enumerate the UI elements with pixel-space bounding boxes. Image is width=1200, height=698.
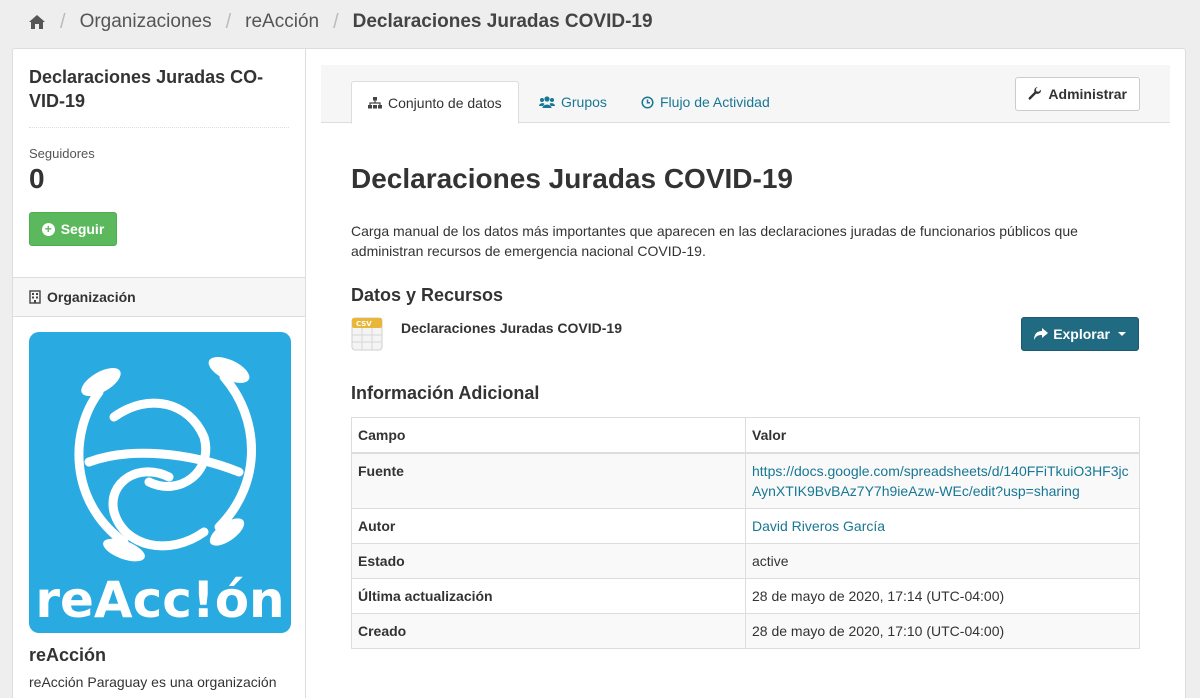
sidebar-dataset-title: Declaraciones Juradas CO-VID-19 [29,67,264,111]
explore-button[interactable]: Explorar [1021,317,1139,351]
table-row: Estado active [351,543,1140,579]
follow-button-label: Seguir [60,221,105,237]
breadcrumb-separator: / [333,10,339,33]
explore-button-label: Explorar [1053,326,1110,342]
breadcrumb-separator: / [60,10,66,33]
tab-dataset-label: Conjunto de datos [388,94,502,111]
sitemap-icon [368,96,382,108]
tab-activity-stream[interactable]: Flujo de Actividad [625,81,786,123]
tab-dataset[interactable]: Conjunto de datos [351,81,519,124]
organization-name[interactable]: reAcción [29,645,106,666]
followers-label: Seguidores [29,146,95,161]
tab-activity-label: Flujo de Actividad [660,94,770,110]
created-value: 28 de mayo de 2020, 17:10 (UTC-04:00) [745,613,1140,649]
breadcrumb-org-link[interactable]: reAcción [245,11,319,33]
clock-icon [641,95,654,109]
tab-bar: Conjunto de datos Grupos Flujo de Activi… [321,65,1170,124]
table-row: Última actualización 28 de mayo de 2020,… [351,578,1140,614]
csv-format-text: CSV [356,320,372,328]
plus-circle-icon: + [41,222,55,236]
row-key-state: Estado [351,543,746,579]
share-arrow-icon [1034,328,1049,340]
building-icon [29,290,41,304]
tab-groups[interactable]: Grupos [523,81,623,123]
additional-info-heading: Información Adicional [351,383,540,403]
row-key-created: Creado [351,613,746,649]
organization-section-label: Organización [47,289,136,305]
page-container: Declaraciones Juradas CO-VID-19 Seguidor… [12,48,1186,698]
table-row: Fuente https://docs.google.com/spreadshe… [351,452,1140,509]
sidebar-divider [29,127,289,128]
breadcrumb-separator: / [225,10,232,33]
resources-heading: Datos y Recursos [351,285,504,305]
follow-button[interactable]: + Seguir [29,212,117,246]
resource-item: CSV Declaraciones Juradas COVID-19 Explo… [351,317,1139,357]
organization-section-header: Organización [13,277,305,317]
author-link[interactable]: David Riveros García [745,508,1140,544]
table-row: Creado 28 de mayo de 2020, 17:10 (UTC-04… [351,613,1140,649]
organization-description: reAcción Paraguay es una organización [29,674,277,690]
row-key-last-updated: Última actualización [351,578,746,614]
logo-text: reAcc!ón [35,571,284,629]
home-icon[interactable] [28,14,46,30]
resource-name-link[interactable]: Declaraciones Juradas COVID-19 [401,320,622,336]
manage-button-label: Administrar [1048,86,1127,102]
users-icon [539,96,555,108]
row-key-source: Fuente [351,452,746,509]
source-url-link[interactable]: https://docs.google.com/spreadsheets/d/1… [745,452,1140,509]
tab-groups-label: Grupos [561,94,607,110]
organization-logo[interactable]: reAcc!ón [29,332,291,633]
table-row: Autor David Riveros García [351,508,1140,544]
column-header-field: Campo [351,417,746,454]
breadcrumb: / Organizaciones / reAcción / Declaracio… [28,0,653,44]
column-header-value: Valor [745,417,1140,454]
state-value: active [745,543,1140,579]
table-header-row: Campo Valor [351,417,1140,454]
additional-info-table: Campo Valor Fuente https://docs.google.c… [351,417,1140,649]
followers-count: 0 [29,163,45,194]
reaccion-logo-graphic: reAcc!ón [35,357,285,629]
wrench-icon [1028,87,1042,100]
row-key-author: Autor [351,508,746,544]
last-updated-value: 28 de mayo de 2020, 17:14 (UTC-04:00) [745,578,1140,614]
caret-down-icon [1118,332,1126,336]
manage-button[interactable]: Administrar [1015,77,1140,111]
breadcrumb-organizations-link[interactable]: Organizaciones [80,11,212,33]
breadcrumb-current[interactable]: Declaraciones Juradas COVID-19 [353,11,653,33]
csv-file-icon: CSV [351,317,383,351]
sidebar: Declaraciones Juradas CO-VID-19 Seguidor… [13,49,306,698]
page-title: Declaraciones Juradas COVID-19 [351,163,793,194]
dataset-description: Carga manual de los datos más importante… [351,223,1078,259]
